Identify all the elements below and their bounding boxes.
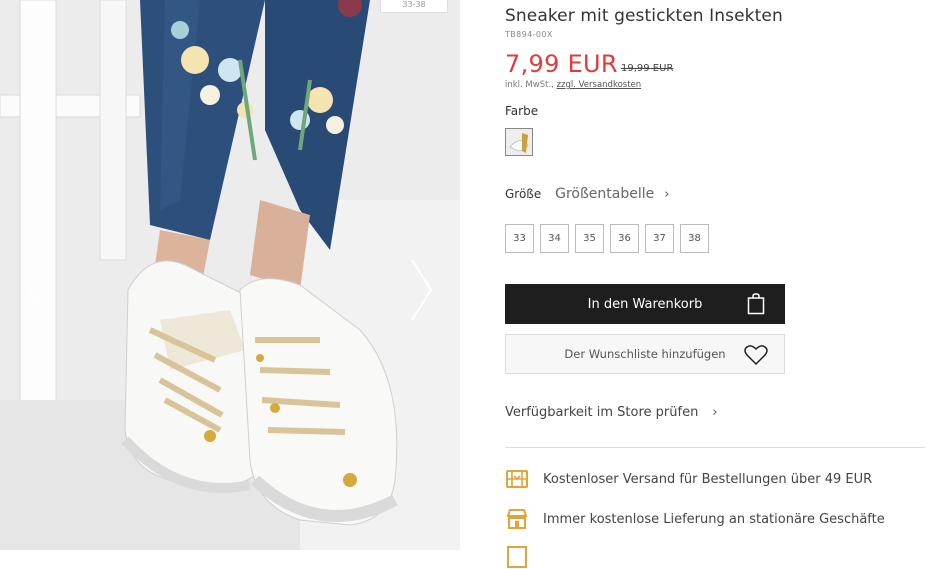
chevron-right-icon: ›	[712, 405, 718, 420]
size-option[interactable]: 38	[680, 224, 709, 253]
size-option[interactable]: 33	[505, 224, 534, 253]
chevron-left-icon	[27, 259, 49, 321]
product-sku: TB894-00X	[505, 30, 553, 39]
tax-note: inkl. MwSt., zzgl. Versandkosten	[505, 80, 641, 90]
benefit-free-shipping: Kostenloser Versand für Bestellungen übe…	[505, 467, 872, 491]
product-image[interactable]: 33-38	[0, 0, 460, 550]
current-price: 7,99 EUR	[505, 50, 618, 78]
shopping-bag-icon	[747, 293, 765, 315]
wishlist-label: Der Wunschliste hinzufügen	[564, 347, 726, 361]
store-availability-link[interactable]: Verfügbarkeit im Store prüfen ›	[505, 405, 718, 420]
chevron-right-icon	[411, 259, 433, 321]
benefit-text: Kostenloser Versand für Bestellungen übe…	[543, 471, 873, 487]
benefit-text: Immer kostenlose Lieferung an stationäre…	[543, 511, 885, 527]
product-title: Sneaker mit gestickten Insekten	[505, 6, 783, 26]
store-availability-text: Verfügbarkeit im Store prüfen	[505, 405, 699, 420]
chevron-right-icon: ›	[664, 187, 670, 202]
product-photo	[0, 0, 460, 550]
tax-text: inkl. MwSt.,	[505, 80, 557, 90]
shipping-costs-link[interactable]: zzgl. Versandkosten	[557, 80, 642, 90]
size-option[interactable]: 34	[540, 224, 569, 253]
benefit-store-delivery: Immer kostenlose Lieferung an stationäre…	[505, 507, 885, 531]
size-option[interactable]: 37	[645, 224, 674, 253]
size-guide-link[interactable]: Größentabelle ›	[555, 186, 669, 202]
divider	[505, 447, 925, 448]
partial-icon	[507, 546, 527, 568]
size-guide-text: Größentabelle	[555, 186, 655, 202]
size-options: 33 34 35 36 37 38	[505, 224, 709, 253]
add-to-cart-label: In den Warenkorb	[587, 296, 703, 312]
original-price: 19,99 EUR	[621, 63, 674, 74]
color-label: Farbe	[505, 104, 539, 118]
add-to-cart-button[interactable]: In den Warenkorb	[505, 284, 785, 324]
next-image-button[interactable]	[408, 258, 434, 322]
size-range-tag: 33-38	[380, 0, 448, 13]
size-label: Größe	[505, 187, 542, 201]
size-option[interactable]: 36	[610, 224, 639, 253]
size-row: Größe Größentabelle ›	[505, 186, 669, 202]
color-swatch[interactable]	[505, 128, 533, 156]
swatch-image	[506, 129, 532, 155]
benefit-partial	[505, 545, 543, 569]
add-to-wishlist-button[interactable]: Der Wunschliste hinzufügen	[505, 334, 785, 374]
truck-icon	[506, 470, 528, 488]
heart-icon	[744, 345, 768, 366]
size-option[interactable]: 35	[575, 224, 604, 253]
store-icon	[506, 509, 528, 529]
prev-image-button[interactable]	[26, 258, 52, 322]
